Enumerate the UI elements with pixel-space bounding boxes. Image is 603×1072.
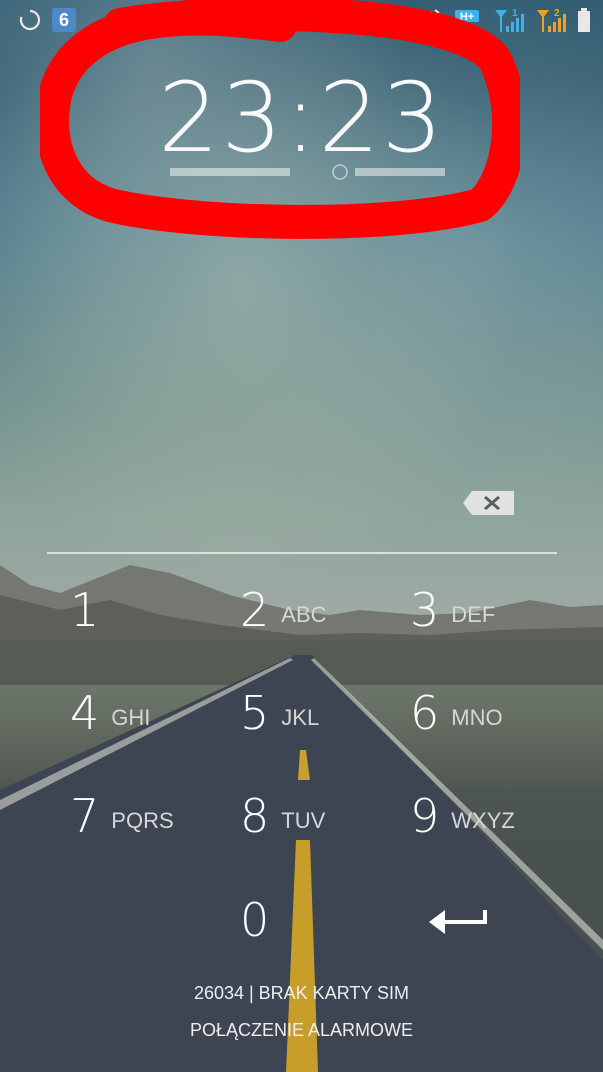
- backspace-icon[interactable]: [462, 490, 516, 516]
- key-letters: GHI: [111, 705, 151, 730]
- key-1[interactable]: 1: [70, 570, 240, 650]
- app-badge-icon: 6: [52, 8, 76, 32]
- key-letters: TUV: [281, 808, 326, 833]
- battery-icon: [578, 8, 590, 32]
- key-letters: ABC: [281, 602, 327, 627]
- key-digit: 5: [240, 686, 270, 740]
- status-bar: 6 H+ 1 2: [0, 0, 603, 40]
- alarm-icon: [418, 9, 440, 31]
- sync-icon: [19, 9, 41, 31]
- key-5[interactable]: 5 JKL: [240, 673, 410, 753]
- sim2-label: 2: [554, 8, 560, 19]
- key-digit: 4: [70, 686, 100, 740]
- signal-sim1-icon: 1: [495, 8, 524, 32]
- emergency-call-button[interactable]: POŁĄCZENIE ALARMOWE: [0, 1020, 603, 1041]
- key-digit: 2: [240, 583, 270, 637]
- key-3[interactable]: 3 DEF: [410, 570, 580, 650]
- enter-arrow-icon[interactable]: [425, 898, 495, 944]
- hsdpa-icon: H+: [455, 10, 479, 34]
- lockscreen-clock: 23:23: [158, 62, 445, 174]
- key-digit: 1: [70, 583, 100, 637]
- carrier-status-text: 26034 | BRAK KARTY SIM: [193, 983, 410, 1003]
- key-letters: DEF: [451, 602, 496, 627]
- signal-sim2-icon: 2: [537, 8, 566, 32]
- key-6[interactable]: 6 MNO: [410, 673, 580, 753]
- key-4[interactable]: 4 GHI: [70, 673, 240, 753]
- key-letters: PQRS: [111, 808, 174, 833]
- key-9[interactable]: 9 WXYZ: [410, 776, 580, 856]
- pin-entry-divider: [47, 552, 557, 554]
- sim1-label: 1: [512, 8, 518, 19]
- key-2[interactable]: 2 ABC: [240, 570, 410, 650]
- key-letters: JKL: [281, 705, 320, 730]
- key-8[interactable]: 8 TUV: [240, 776, 410, 856]
- date-alarm-line-obscured: [150, 162, 460, 186]
- key-digit: 7: [70, 789, 100, 843]
- key-7[interactable]: 7 PQRS: [70, 776, 240, 856]
- hsdpa-label: H+: [460, 11, 474, 23]
- key-letters: WXYZ: [451, 808, 515, 833]
- key-digit: 9: [410, 789, 440, 843]
- key-digit: 6: [410, 686, 440, 740]
- key-digit: 8: [240, 789, 270, 843]
- key-digit: 3: [410, 583, 440, 637]
- key-digit: 0: [240, 893, 270, 947]
- key-letters: MNO: [451, 705, 503, 730]
- key-0[interactable]: 0: [240, 880, 410, 960]
